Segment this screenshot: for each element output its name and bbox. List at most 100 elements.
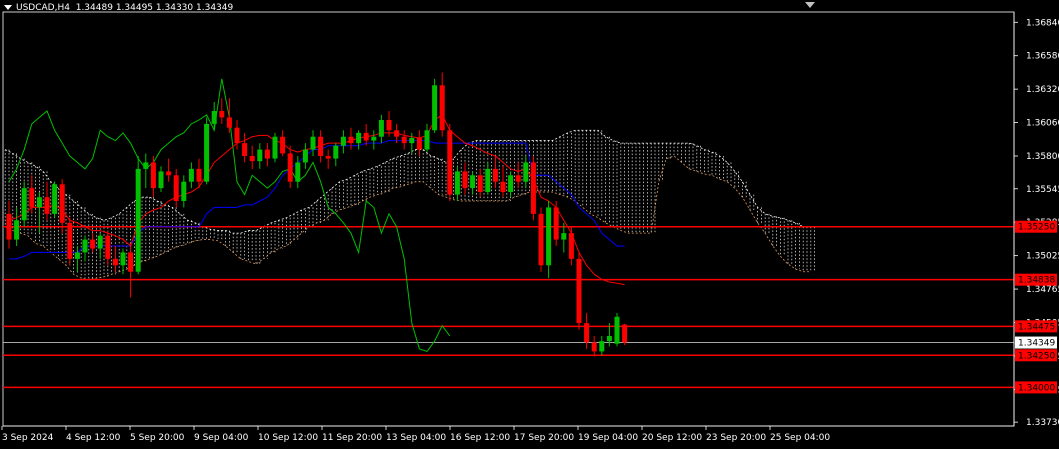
y-tick-label: 1.36840: [1026, 18, 1059, 28]
ohlc-high: 1.34495: [115, 3, 154, 13]
candle-body: [257, 149, 263, 162]
candle-body: [591, 342, 597, 352]
candle-body: [226, 117, 232, 128]
candle-body: [166, 171, 172, 176]
candle-body: [576, 258, 582, 324]
x-tick-label: 19 Sep 04:00: [578, 433, 638, 443]
current-price-label: 1.34349: [1018, 339, 1055, 349]
level-price-label: 1.34250: [1018, 351, 1055, 361]
candle-body: [196, 168, 202, 182]
candle-body: [599, 341, 605, 352]
candle-body: [561, 233, 567, 240]
candle-body: [36, 197, 42, 208]
x-tick-label: 11 Sep 20:00: [322, 433, 382, 443]
candle-body: [287, 153, 293, 182]
level-price-label: 1.34838: [1018, 276, 1055, 286]
candle-body: [242, 143, 248, 156]
candle-body: [568, 233, 574, 259]
dropdown-triangle-icon[interactable]: [4, 5, 12, 10]
candle-body: [264, 149, 270, 159]
candle-body: [188, 168, 194, 182]
candle-body: [211, 111, 217, 124]
candle-body: [128, 252, 134, 272]
candle-body: [280, 136, 286, 154]
candle-body: [363, 132, 369, 141]
candle-body: [105, 235, 111, 259]
timeframe-label: H4: [57, 3, 70, 13]
x-tick-label: 16 Sep 12:00: [450, 433, 510, 443]
candle-body: [523, 162, 529, 182]
y-tick-label: 1.34765: [1026, 285, 1059, 295]
x-tick-label: 23 Sep 20:00: [706, 433, 766, 443]
level-price-label: 1.34000: [1018, 383, 1055, 393]
y-tick-label: 1.36320: [1026, 85, 1059, 95]
candle-body: [553, 207, 559, 240]
candle-body: [614, 316, 620, 344]
candle-body: [14, 220, 20, 240]
y-tick-label: 1.35545: [1026, 185, 1059, 195]
x-tick-label: 3 Sep 2024: [2, 433, 54, 443]
ohlc-close: 1.34349: [196, 3, 234, 13]
candle-body: [432, 85, 438, 131]
candle-body: [74, 252, 80, 259]
candle-body: [340, 136, 346, 146]
candle-body: [158, 171, 164, 189]
candle-body: [386, 120, 392, 131]
level-price-label: 1.34475: [1018, 322, 1055, 332]
ohlc-low: 1.34330: [155, 3, 194, 13]
candle-body: [378, 120, 384, 137]
candle-body: [409, 138, 415, 144]
candle-body: [295, 162, 301, 182]
candle-body: [302, 149, 308, 163]
candle-body: [508, 175, 514, 192]
candle-body: [90, 239, 96, 249]
candle-body: [272, 136, 278, 159]
symbol-label: USDCAD: [16, 3, 55, 13]
candle-body: [204, 123, 210, 182]
candle-body: [606, 336, 612, 342]
candle-body: [401, 136, 407, 144]
candle-body: [454, 171, 460, 195]
level-price-label: 1.35250: [1018, 223, 1055, 233]
candle-body: [82, 239, 88, 253]
x-tick-label: 13 Sep 04:00: [386, 433, 446, 443]
x-tick-label: 9 Sep 04:00: [194, 433, 249, 443]
candle-body: [416, 138, 422, 150]
candle-body: [584, 323, 590, 343]
candle-body: [500, 181, 506, 192]
chart-window: 1.36840 1.36580 1.36320 1.36060 1.35800 1.355…: [0, 0, 1059, 445]
candle-body: [173, 175, 179, 201]
candle-body: [135, 168, 141, 272]
y-tick-label: 1.35025: [1026, 252, 1059, 262]
x-tick-label: 20 Sep 12:00: [642, 433, 702, 443]
candle-body: [477, 175, 483, 192]
candle-body: [120, 252, 126, 266]
candle-body: [447, 130, 453, 195]
candle-body: [485, 168, 491, 192]
candle-body: [325, 156, 331, 159]
candle-body: [21, 188, 27, 221]
x-tick-label: 25 Sep 04:00: [770, 433, 830, 443]
candle-body: [234, 127, 240, 144]
x-tick-label: 5 Sep 20:00: [130, 433, 185, 443]
candle-body: [371, 136, 377, 141]
candle-body: [249, 156, 255, 162]
candle-body: [394, 130, 400, 137]
y-tick-label: 1.36060: [1026, 119, 1059, 129]
candle-body: [181, 181, 187, 201]
candle-body: [356, 132, 362, 144]
candle-body: [6, 213, 12, 240]
candle-body: [112, 258, 118, 266]
candle-body: [333, 145, 339, 159]
candle-body: [318, 136, 324, 156]
x-tick-label: 10 Sep 12:00: [258, 433, 318, 443]
y-tick-label: 1.33730: [1026, 418, 1059, 428]
candle-body: [143, 162, 149, 169]
y-tick-label: 1.35800: [1026, 152, 1059, 162]
chart-header: USDCAD,H4 1.34489 1.34495 1.34330 1.3434…: [4, 3, 233, 13]
candle-body: [492, 168, 498, 182]
candle-body: [310, 136, 316, 150]
candle-body: [150, 162, 156, 189]
price-chart[interactable]: 1.36840 1.36580 1.36320 1.36060 1.35800 1.355…: [0, 0, 1059, 445]
x-tick-label: 4 Sep 12:00: [66, 433, 121, 443]
